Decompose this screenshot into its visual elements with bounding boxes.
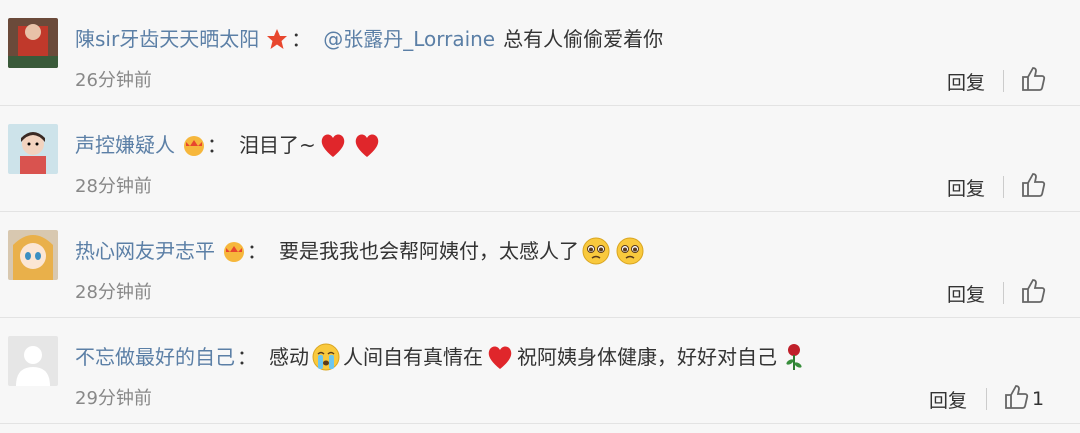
username-link[interactable]: 陳sir牙齿天天晒太阳 [75,24,259,54]
heart-emoji-icon [318,130,348,160]
pleading-face-emoji-icon [581,236,611,266]
comment-text: 要是我我也会帮阿姨付，太感人了 [279,239,579,263]
divider [986,388,987,410]
pleading-face-emoji-icon [615,236,645,266]
timestamp: 28分钟前 [75,176,152,197]
comment-item: 陳sir牙齿天天晒太阳 ： @张露丹_Lorraine 总有人偷偷爱着你 26分… [0,0,1080,106]
username-link[interactable]: 不忘做最好的自己 [75,342,235,372]
username-link[interactable]: 热心网友尹志平 [75,236,215,266]
username-link[interactable]: 声控嫌疑人 [75,130,175,160]
divider [1003,176,1004,198]
colon: ： [207,133,227,157]
crown-badge-icon [181,133,205,157]
avatar[interactable] [8,230,58,280]
avatar[interactable] [8,336,58,386]
divider [1003,70,1004,92]
colon: ： [247,239,267,263]
reply-button[interactable]: 回复 [929,386,967,413]
crown-badge-icon [221,239,245,263]
avatar[interactable] [8,124,58,174]
thumbs-up-icon[interactable] [1020,172,1046,198]
timestamp: 26分钟前 [75,70,152,91]
thumbs-up-icon[interactable] [1020,278,1046,304]
timestamp: 28分钟前 [75,282,152,303]
comment-text: 人间自有真情在 [343,345,483,369]
rose-emoji-icon [779,342,809,372]
comment-item: 声控嫌疑人 ： 泪目了~ 28分钟前 回复 [0,106,1080,212]
avatar[interactable] [8,18,58,68]
comment-text: 总有人偷偷爱着你 [503,27,664,51]
heart-emoji-icon [352,130,382,160]
comment-item: 热心网友尹志平 ： 要是我我也会帮阿姨付，太感人了 28分钟前 回复 [0,212,1080,318]
divider [1003,282,1004,304]
reply-button[interactable]: 回复 [947,280,985,307]
timestamp: 29分钟前 [75,388,152,409]
mention-link[interactable]: @张露丹_Lorraine [323,24,495,54]
comment-text: 泪目了~ [239,133,316,157]
star-badge-icon [265,27,289,51]
comment-text-line: 陳sir牙齿天天晒太阳 ： @张露丹_Lorraine 总有人偷偷爱着你 [75,24,663,54]
colon: ： [291,27,312,51]
comment-text-line: 不忘做最好的自己 ： 感动 人间自有真情在 祝阿姨身体健康，好好对自己 [75,342,811,372]
reply-button[interactable]: 回复 [947,174,985,201]
like-count: 1 [1032,388,1045,410]
crying-face-emoji-icon [311,342,341,372]
comment-item: 不忘做最好的自己 ： 感动 人间自有真情在 祝阿姨身体健康，好好对自己 29分钟… [0,318,1080,424]
comment-text-line: 声控嫌疑人 ： 泪目了~ [75,130,384,160]
comment-text-line: 热心网友尹志平 ： 要是我我也会帮阿姨付，太感人了 [75,236,647,266]
colon: ： [237,345,257,369]
thumbs-up-icon[interactable] [1020,66,1046,92]
comment-text: 祝阿姨身体健康，好好对自己 [517,345,777,369]
thumbs-up-icon[interactable] [1003,384,1029,410]
reply-button[interactable]: 回复 [947,68,985,95]
comment-text: 感动 [269,345,309,369]
heart-emoji-icon [485,342,515,372]
